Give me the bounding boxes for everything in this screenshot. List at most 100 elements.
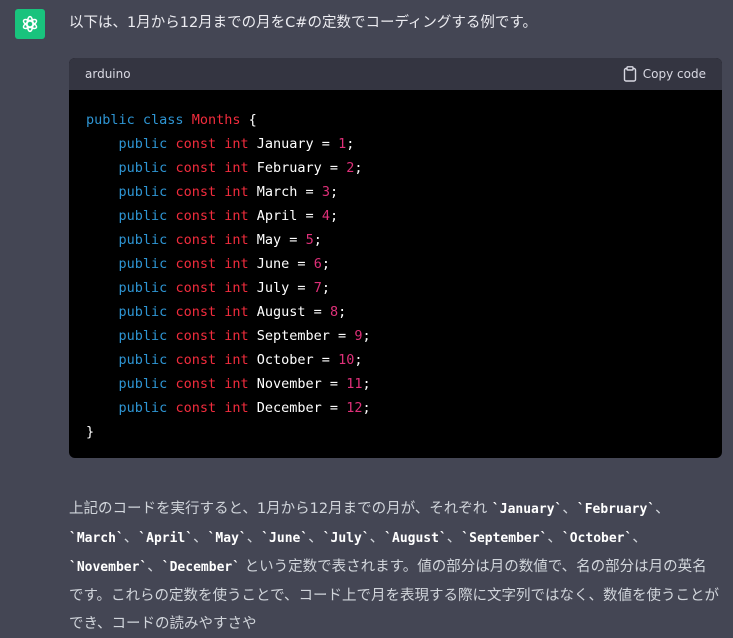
code-line-member: public const int June = 6; bbox=[86, 252, 705, 276]
code-token: ; bbox=[362, 328, 371, 344]
code-token: public bbox=[118, 376, 168, 392]
code-token: ; bbox=[329, 184, 339, 200]
inline-code-month: `June` bbox=[261, 531, 309, 546]
code-token: public bbox=[118, 304, 168, 320]
code-line-member: public const int May = 5; bbox=[86, 228, 705, 252]
inline-code-month: `November` bbox=[69, 560, 148, 575]
keyword-public: public bbox=[86, 112, 135, 128]
code-token: 4 bbox=[321, 208, 330, 224]
code-token: const bbox=[175, 376, 217, 392]
code-token: March bbox=[256, 184, 298, 200]
code-line-member: public const int March = 3; bbox=[86, 180, 705, 204]
code-token: = bbox=[329, 160, 339, 176]
code-token: public bbox=[118, 352, 168, 368]
code-token: June bbox=[256, 256, 290, 272]
code-token: public bbox=[118, 184, 168, 200]
separator: 、 bbox=[246, 530, 262, 546]
code-token: 1 bbox=[338, 136, 347, 152]
code-token: public bbox=[118, 328, 168, 344]
separator: 、 bbox=[446, 530, 462, 546]
inline-code-month: `February` bbox=[576, 502, 656, 517]
inline-code-month: `October` bbox=[561, 531, 633, 546]
code-token: int bbox=[224, 160, 249, 176]
open-brace: { bbox=[248, 112, 257, 128]
separator: 、 bbox=[369, 530, 385, 546]
code-token: public bbox=[118, 256, 168, 272]
code-token: int bbox=[224, 352, 249, 368]
code-token: const bbox=[175, 280, 217, 296]
separator: 、 bbox=[562, 501, 577, 517]
copy-code-label: Copy code bbox=[642, 67, 706, 81]
code-token: 6 bbox=[313, 256, 322, 272]
code-token: const bbox=[175, 400, 217, 416]
explanation-part1: 上記のコードを実行すると、1月から12月までの月が、それぞれ bbox=[69, 501, 488, 517]
code-token: int bbox=[224, 376, 249, 392]
code-token: const bbox=[175, 136, 217, 152]
code-token: = bbox=[289, 232, 298, 248]
openai-logo-icon bbox=[22, 15, 38, 33]
code-token: April bbox=[256, 208, 298, 224]
code-token: ; bbox=[338, 304, 347, 320]
inline-code-month: `April` bbox=[138, 531, 194, 546]
code-block: arduino Copy code public class Months { … bbox=[69, 58, 722, 458]
code-token: 12 bbox=[346, 400, 363, 416]
code-token: const bbox=[175, 208, 217, 224]
code-token: int bbox=[224, 232, 249, 248]
assistant-avatar bbox=[15, 9, 45, 39]
separator: 、 bbox=[655, 501, 670, 517]
code-token: public bbox=[118, 160, 168, 176]
inline-code-month: `August` bbox=[384, 531, 447, 546]
code-token: 3 bbox=[321, 184, 330, 200]
code-members: public const int January = 1; public con… bbox=[86, 132, 705, 420]
code-line-member: public const int January = 1; bbox=[86, 132, 705, 156]
code-token: = bbox=[321, 352, 330, 368]
code-token: int bbox=[224, 304, 249, 320]
code-token: ; bbox=[362, 400, 371, 416]
code-line-member: public const int July = 7; bbox=[86, 276, 705, 300]
separator: 、 bbox=[308, 530, 323, 546]
code-token: const bbox=[175, 352, 217, 368]
code-token: const bbox=[175, 328, 217, 344]
code-token: 7 bbox=[313, 280, 322, 296]
code-token: ; bbox=[354, 160, 363, 176]
code-token: 5 bbox=[305, 232, 314, 248]
code-token: int bbox=[224, 280, 249, 296]
code-line-member: public const int December = 12; bbox=[86, 396, 705, 420]
code-body: public class Months { public const int J… bbox=[69, 90, 722, 444]
copy-code-button[interactable]: Copy code bbox=[623, 66, 706, 82]
code-token: = bbox=[297, 280, 306, 296]
inline-code-month: `September` bbox=[461, 531, 548, 546]
code-token: const bbox=[175, 256, 217, 272]
code-token: public bbox=[118, 232, 168, 248]
code-token: = bbox=[297, 256, 306, 272]
code-token: int bbox=[224, 328, 249, 344]
class-name: Months bbox=[191, 112, 241, 128]
code-line-member: public const int February = 2; bbox=[86, 156, 705, 180]
separator: 、 bbox=[123, 530, 139, 546]
separator: 、 bbox=[632, 530, 647, 546]
code-token: const bbox=[175, 304, 217, 320]
inline-code-month: `May` bbox=[207, 531, 247, 546]
code-token: February bbox=[256, 160, 322, 176]
inline-code-month: `January` bbox=[491, 502, 563, 517]
code-language-label: arduino bbox=[85, 67, 131, 81]
code-line-member: public const int September = 9; bbox=[86, 324, 705, 348]
code-token: July bbox=[256, 280, 290, 296]
code-token: ; bbox=[354, 352, 363, 368]
code-line-class-declaration: public class Months { bbox=[86, 108, 705, 132]
assistant-explanation: 上記のコードを実行すると、1月から12月までの月が、それぞれ `January`… bbox=[69, 495, 721, 638]
separator: 、 bbox=[193, 530, 208, 546]
code-token: ; bbox=[313, 232, 322, 248]
code-token: November bbox=[256, 376, 322, 392]
code-token: int bbox=[224, 256, 249, 272]
code-token: 8 bbox=[329, 304, 339, 320]
code-token: ; bbox=[362, 376, 371, 392]
code-token: public bbox=[118, 400, 168, 416]
code-token: const bbox=[175, 184, 217, 200]
clipboard-icon bbox=[623, 66, 636, 82]
code-token: = bbox=[329, 376, 339, 392]
code-token: int bbox=[224, 136, 249, 152]
code-token: ; bbox=[329, 208, 339, 224]
code-token: ; bbox=[321, 280, 330, 296]
code-line-member: public const int October = 10; bbox=[86, 348, 705, 372]
